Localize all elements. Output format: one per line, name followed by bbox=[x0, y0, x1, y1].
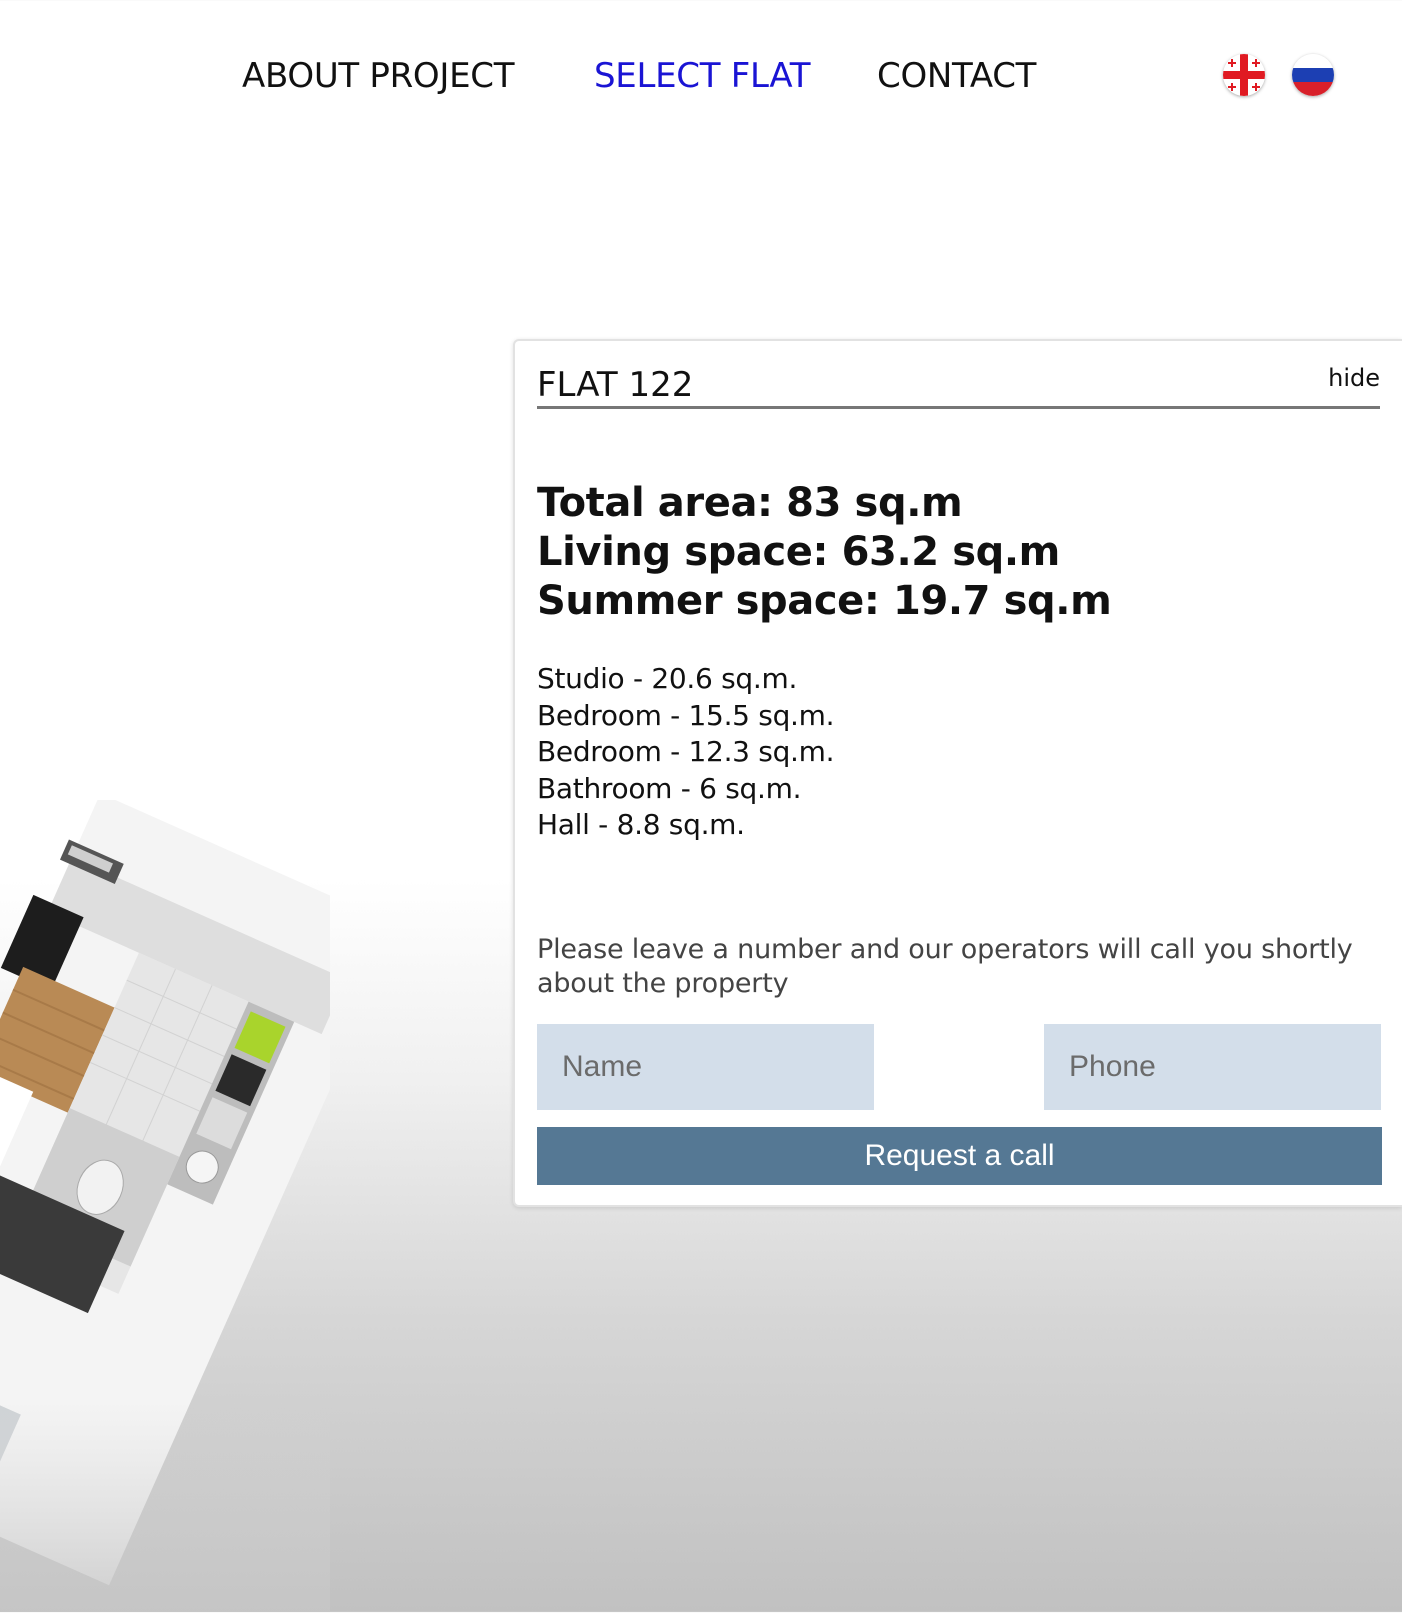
living-space: Living space: 63.2 sq.m bbox=[537, 529, 1060, 575]
name-input[interactable] bbox=[537, 1024, 874, 1110]
floor-plan-image bbox=[0, 793, 402, 1612]
russia-flag-icon[interactable] bbox=[1292, 54, 1334, 96]
top-navigation: ABOUT PROJECT SELECT FLAT CONTACT bbox=[0, 0, 1402, 155]
room-list: Studio - 20.6 sq.m. Bedroom - 15.5 sq.m.… bbox=[537, 661, 835, 844]
hide-panel-link[interactable]: hide bbox=[1328, 363, 1380, 393]
nav-contact[interactable]: CONTACT bbox=[877, 56, 1036, 96]
room-item: Bedroom - 15.5 sq.m. bbox=[537, 698, 835, 732]
nav-select-flat[interactable]: SELECT FLAT bbox=[594, 56, 810, 96]
flat-details-panel: FLAT 122 hide Total area: 83 sq.m Living… bbox=[513, 339, 1402, 1207]
area-summary: Total area: 83 sq.m Living space: 63.2 s… bbox=[537, 479, 1112, 626]
phone-input[interactable] bbox=[1044, 1024, 1381, 1110]
room-item: Bedroom - 12.3 sq.m. bbox=[537, 735, 835, 768]
georgia-flag-icon[interactable] bbox=[1223, 54, 1265, 96]
flat-title: FLAT 122 bbox=[537, 365, 694, 405]
room-item: Hall - 8.8 sq.m. bbox=[537, 808, 745, 841]
title-divider bbox=[537, 406, 1380, 409]
nav-about-project[interactable]: ABOUT PROJECT bbox=[242, 56, 515, 96]
request-call-button[interactable]: Request a call bbox=[537, 1127, 1382, 1185]
total-area: Total area: 83 sq.m bbox=[537, 480, 963, 526]
summer-space: Summer space: 19.7 sq.m bbox=[537, 578, 1112, 624]
room-item: Studio - 20.6 sq.m. bbox=[537, 662, 798, 695]
callback-note: Please leave a number and our operators … bbox=[537, 934, 1353, 999]
room-item: Bathroom - 6 sq.m. bbox=[537, 771, 802, 805]
